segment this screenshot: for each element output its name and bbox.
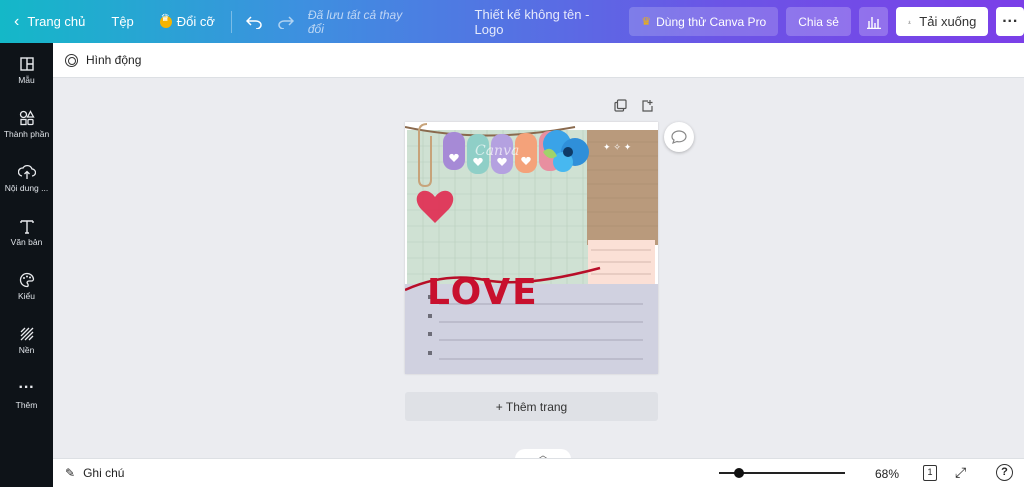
sidebar-item-templates[interactable]: Mẫu bbox=[0, 43, 53, 97]
footer-bar: ✎ Ghi chú 68% 1 ⤢ ? bbox=[53, 458, 1024, 487]
ellipsis-icon: ··· bbox=[1002, 12, 1019, 30]
animation-icon bbox=[65, 53, 78, 67]
star-decoration: ✦ ✧ ✦ bbox=[603, 143, 632, 153]
help-icon[interactable]: ? bbox=[996, 464, 1013, 481]
background-icon bbox=[20, 327, 33, 340]
crown-icon: ♛ bbox=[641, 16, 652, 28]
notes-label: Ghi chú bbox=[83, 466, 125, 480]
sidebar-item-background[interactable]: Nền bbox=[0, 313, 53, 367]
add-comment-button[interactable] bbox=[664, 122, 694, 152]
redo-button[interactable] bbox=[270, 0, 302, 43]
sidebar-item-uploads[interactable]: Nội dung ... bbox=[0, 151, 53, 205]
file-label: Tệp bbox=[111, 14, 134, 29]
sidebar-item-text[interactable]: Văn bản bbox=[0, 205, 53, 259]
undo-button[interactable] bbox=[238, 0, 270, 43]
sidebar-item-styles[interactable]: Kiểu bbox=[0, 259, 53, 313]
home-button[interactable]: ‹ Trang chủ bbox=[0, 0, 95, 43]
styles-icon bbox=[19, 272, 34, 287]
resize-button[interactable]: Đổi cỡ bbox=[150, 0, 225, 43]
download-button[interactable]: Tải xuống bbox=[896, 7, 989, 36]
more-icon: ··· bbox=[18, 378, 35, 396]
download-label: Tải xuống bbox=[919, 14, 977, 29]
divider bbox=[230, 10, 232, 33]
sidebar-item-more[interactable]: ··· Thêm bbox=[0, 367, 53, 421]
more-options-button[interactable]: ··· bbox=[996, 7, 1024, 36]
sidebar-item-label: Mẫu bbox=[18, 74, 35, 85]
animate-button[interactable]: Hình động bbox=[65, 53, 141, 67]
duplicate-page-icon[interactable] bbox=[614, 99, 627, 112]
template-icon bbox=[19, 56, 34, 71]
zoom-slider-thumb[interactable] bbox=[734, 468, 744, 478]
notes-button[interactable]: ✎ Ghi chú bbox=[65, 466, 124, 480]
add-page-button[interactable]: + Thêm trang bbox=[405, 392, 658, 421]
file-menu[interactable]: Tệp bbox=[101, 0, 143, 43]
elements-icon bbox=[19, 109, 35, 125]
crown-icon bbox=[159, 13, 172, 28]
bar-chart-icon bbox=[866, 16, 881, 29]
zoom-slider[interactable] bbox=[719, 468, 845, 478]
try-pro-label: Dùng thử Canva Pro bbox=[656, 14, 767, 29]
fullscreen-icon[interactable]: ⤢ bbox=[955, 464, 966, 481]
sidebar: Mẫu Thành phần Nội dung ... Văn bản Kiểu… bbox=[0, 43, 53, 487]
page-tools bbox=[614, 99, 654, 112]
sidebar-item-label: Nền bbox=[18, 344, 35, 355]
watermark-text: Canva bbox=[475, 143, 519, 159]
document-title[interactable]: Thiết kế không tên - Logo bbox=[475, 7, 611, 37]
sidebar-item-label: Thành phần bbox=[3, 128, 50, 139]
notes-icon: ✎ bbox=[65, 466, 76, 480]
share-label: Chia sẻ bbox=[798, 14, 839, 29]
zoom-percentage[interactable]: 68% bbox=[875, 467, 899, 481]
undo-icon bbox=[245, 15, 262, 29]
design-artwork: ✦ ✧ ✦ Canva LOVE bbox=[405, 123, 658, 374]
sidebar-item-label: Văn bản bbox=[10, 236, 43, 247]
sidebar-item-label: Nội dung ... bbox=[4, 182, 49, 193]
animate-label: Hình động bbox=[86, 53, 142, 67]
sidebar-item-label: Kiểu bbox=[17, 290, 35, 301]
insights-button[interactable] bbox=[858, 7, 889, 36]
editor-toolbar: Hình động bbox=[53, 43, 1024, 78]
resize-label: Đổi cỡ bbox=[176, 14, 215, 29]
share-button[interactable]: Chia sẻ bbox=[786, 7, 851, 36]
sidebar-item-elements[interactable]: Thành phần bbox=[0, 97, 53, 151]
text-icon bbox=[19, 219, 34, 234]
design-page[interactable]: ✦ ✧ ✦ Canva LOVE bbox=[405, 122, 658, 374]
add-page-icon[interactable] bbox=[641, 99, 654, 112]
try-pro-button[interactable]: ♛ Dùng thử Canva Pro bbox=[629, 7, 779, 36]
home-label: Trang chủ bbox=[27, 14, 86, 29]
page-count-button[interactable]: 1 bbox=[923, 465, 937, 481]
love-text: LOVE bbox=[427, 272, 539, 313]
comment-add-icon bbox=[671, 130, 687, 144]
chevron-left-icon: ‹ bbox=[14, 12, 20, 30]
upload-icon bbox=[17, 164, 36, 179]
save-status: Đã lưu tất cả thay đổi bbox=[307, 7, 403, 36]
top-bar: ‹ Trang chủ Tệp Đổi cỡ Đã lưu tất cả tha… bbox=[0, 0, 1024, 43]
download-icon bbox=[908, 20, 912, 23]
redo-icon bbox=[278, 15, 294, 29]
sidebar-item-label: Thêm bbox=[15, 399, 38, 410]
add-page-label: + Thêm trang bbox=[495, 399, 568, 414]
